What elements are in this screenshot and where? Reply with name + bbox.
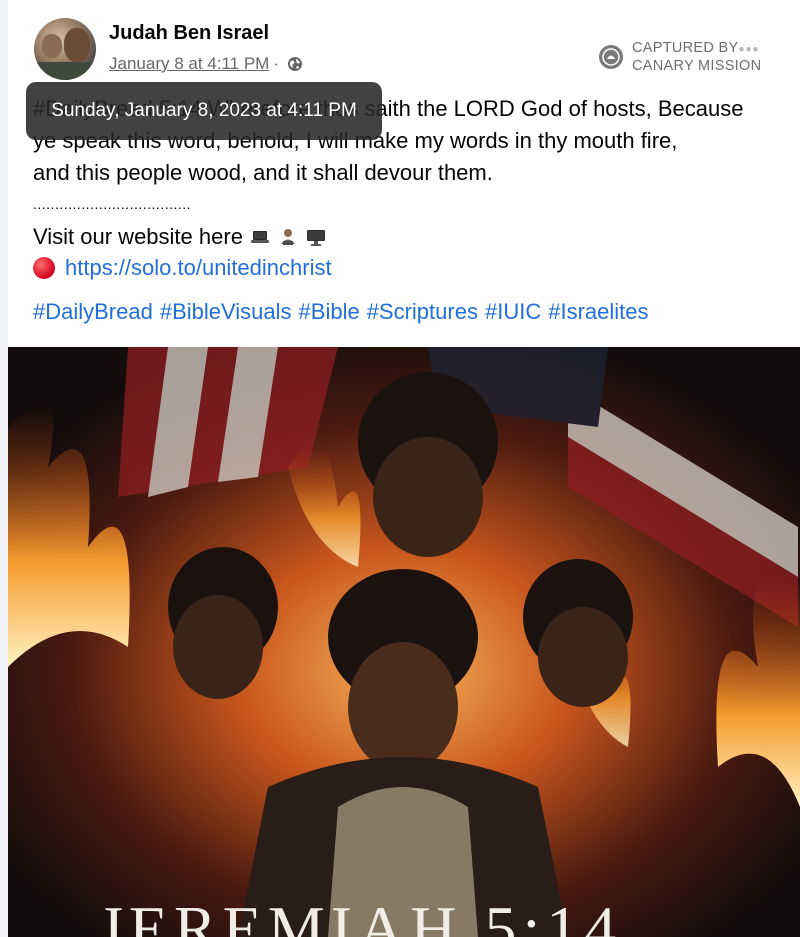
timestamp-tooltip: Sunday, January 8, 2023 at 4:11 PM <box>26 82 382 140</box>
dotted-separator: .................................... <box>33 196 192 212</box>
hashtag-scriptures[interactable]: #Scriptures <box>367 299 478 325</box>
website-link[interactable]: https://solo.to/unitedinchrist <box>65 255 332 281</box>
watermark-line1: CAPTURED BY <box>632 40 739 56</box>
post-timestamp-link[interactable]: January 8 at 4:11 PM <box>109 54 269 74</box>
hashtag-biblevisuals[interactable]: #BibleVisuals <box>160 299 292 325</box>
globe-icon[interactable] <box>287 56 303 72</box>
red-circle-icon <box>33 257 55 279</box>
hashtag-bible[interactable]: #Bible <box>299 299 360 325</box>
visit-website-line: Visit our website here <box>33 224 327 250</box>
website-link-row: https://solo.to/unitedinchrist <box>33 255 332 281</box>
post-meta: January 8 at 4:11 PM · <box>109 54 303 74</box>
artwork-caption: JEREMIAH 5:14 <box>98 893 623 937</box>
person-at-computer-icon <box>280 229 295 245</box>
hashtag-list: #DailyBread #BibleVisuals #Bible #Script… <box>33 299 649 325</box>
canary-mission-watermark: CAPTURED BY●●● CANARY MISSION <box>598 40 761 74</box>
seal-icon <box>599 45 623 69</box>
watermark-line2: CANARY MISSION <box>632 58 762 74</box>
meta-separator: · <box>273 54 280 73</box>
post-artwork <box>8 347 800 937</box>
post-image[interactable]: JEREMIAH 5:14 <box>8 347 800 937</box>
watermark-dots: ●●● <box>738 44 760 55</box>
hashtag-dailybread[interactable]: #DailyBread <box>33 299 153 325</box>
hashtag-iuic[interactable]: #IUIC <box>485 299 541 325</box>
post-card: Judah Ben Israel January 8 at 4:11 PM · … <box>8 0 800 937</box>
author-name[interactable]: Judah Ben Israel <box>109 22 269 45</box>
laptop-icon <box>250 231 269 243</box>
visit-label: Visit our website here <box>33 224 243 249</box>
hashtag-israelites[interactable]: #Israelites <box>548 299 648 325</box>
desktop-computer-icon <box>306 230 325 246</box>
post-text-line3: and this people wood, and it shall devou… <box>33 160 493 185</box>
author-avatar[interactable] <box>34 18 96 80</box>
